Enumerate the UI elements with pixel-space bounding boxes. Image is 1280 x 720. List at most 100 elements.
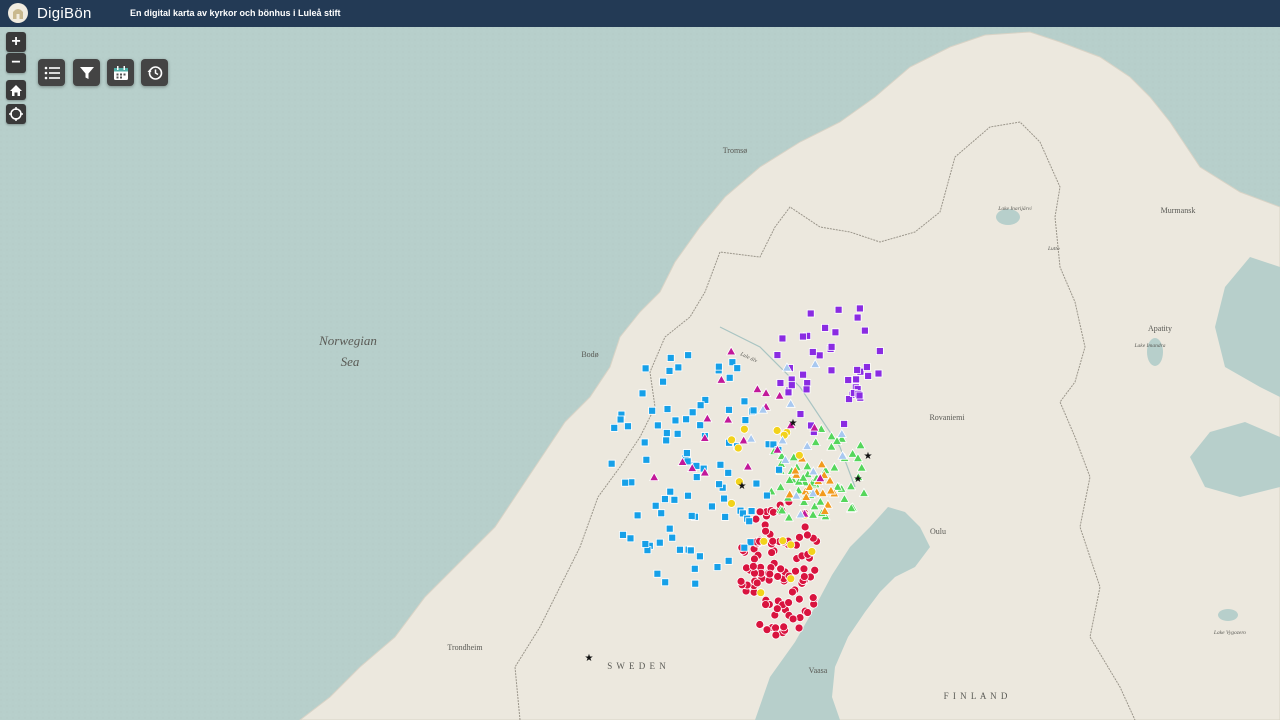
church-marker[interactable] bbox=[775, 465, 783, 474]
church-marker[interactable] bbox=[662, 429, 671, 437]
church-marker[interactable] bbox=[715, 480, 723, 489]
church-marker[interactable] bbox=[799, 564, 809, 574]
church-marker[interactable] bbox=[796, 410, 805, 418]
church-marker[interactable] bbox=[799, 572, 809, 581]
zoom-out-button[interactable]: − bbox=[6, 53, 26, 73]
church-marker[interactable] bbox=[657, 509, 666, 518]
church-marker[interactable] bbox=[687, 511, 696, 520]
church-marker[interactable] bbox=[665, 366, 674, 375]
church-marker[interactable] bbox=[725, 405, 733, 414]
church-marker[interactable] bbox=[795, 532, 804, 542]
church-marker[interactable] bbox=[778, 334, 787, 343]
church-marker[interactable] bbox=[610, 423, 619, 432]
church-marker[interactable] bbox=[844, 376, 853, 384]
church-marker[interactable] bbox=[750, 554, 759, 564]
church-marker[interactable] bbox=[683, 449, 691, 457]
church-marker[interactable] bbox=[776, 564, 786, 574]
church-marker[interactable] bbox=[696, 401, 705, 410]
church-marker[interactable] bbox=[762, 625, 772, 635]
church-marker[interactable] bbox=[763, 491, 771, 500]
church-marker[interactable] bbox=[682, 415, 691, 424]
church-marker[interactable] bbox=[803, 608, 813, 617]
church-marker[interactable] bbox=[855, 304, 864, 313]
church-marker[interactable] bbox=[749, 406, 758, 415]
church-marker[interactable] bbox=[784, 598, 793, 607]
church-marker[interactable] bbox=[695, 552, 704, 561]
church-marker[interactable] bbox=[619, 530, 627, 539]
church-marker[interactable] bbox=[642, 455, 651, 464]
church-marker[interactable] bbox=[778, 536, 788, 546]
church-marker[interactable] bbox=[786, 574, 796, 584]
church-marker[interactable] bbox=[772, 604, 782, 614]
church-marker[interactable] bbox=[806, 309, 815, 318]
calendar-button[interactable] bbox=[107, 59, 134, 86]
star-marker[interactable]: ★ bbox=[864, 451, 873, 462]
church-marker[interactable] bbox=[756, 588, 766, 598]
church-marker[interactable] bbox=[794, 594, 804, 604]
church-marker[interactable] bbox=[691, 579, 700, 588]
church-marker[interactable] bbox=[831, 328, 840, 337]
church-marker[interactable] bbox=[751, 514, 761, 524]
church-marker[interactable] bbox=[692, 473, 701, 481]
layer-list-button[interactable] bbox=[38, 59, 65, 86]
church-marker[interactable] bbox=[875, 347, 884, 355]
church-marker[interactable] bbox=[808, 593, 818, 603]
church-marker[interactable] bbox=[860, 326, 869, 335]
church-marker[interactable] bbox=[721, 512, 730, 521]
church-marker[interactable] bbox=[661, 578, 670, 587]
church-marker[interactable] bbox=[799, 332, 807, 341]
church-marker[interactable] bbox=[815, 351, 824, 360]
church-marker[interactable] bbox=[651, 501, 660, 510]
church-marker[interactable] bbox=[765, 569, 775, 579]
church-marker[interactable] bbox=[641, 540, 650, 548]
church-marker[interactable] bbox=[684, 491, 692, 500]
church-marker[interactable] bbox=[788, 587, 797, 597]
church-marker[interactable] bbox=[659, 377, 667, 386]
church-marker[interactable] bbox=[727, 499, 736, 508]
church-marker[interactable] bbox=[626, 534, 635, 543]
church-marker[interactable] bbox=[768, 536, 778, 546]
church-marker[interactable] bbox=[761, 600, 770, 609]
church-marker[interactable] bbox=[648, 406, 657, 415]
church-marker[interactable] bbox=[794, 450, 804, 460]
church-marker[interactable] bbox=[747, 507, 756, 515]
church-marker[interactable] bbox=[725, 373, 734, 382]
church-marker[interactable] bbox=[855, 391, 864, 400]
church-marker[interactable] bbox=[802, 385, 811, 394]
church-marker[interactable] bbox=[827, 366, 836, 375]
church-marker[interactable] bbox=[655, 538, 664, 547]
church-marker[interactable] bbox=[671, 416, 680, 425]
church-marker[interactable] bbox=[786, 540, 796, 550]
church-marker[interactable] bbox=[673, 429, 682, 438]
church-marker[interactable] bbox=[853, 366, 862, 374]
church-marker[interactable] bbox=[662, 436, 671, 445]
church-marker[interactable] bbox=[799, 370, 807, 379]
church-marker[interactable] bbox=[670, 495, 679, 504]
church-marker[interactable] bbox=[736, 576, 746, 586]
church-marker[interactable] bbox=[787, 381, 796, 390]
church-marker[interactable] bbox=[773, 572, 783, 581]
church-marker[interactable] bbox=[724, 468, 733, 477]
church-marker[interactable] bbox=[752, 479, 761, 488]
church-marker[interactable] bbox=[771, 623, 780, 633]
church-marker[interactable] bbox=[761, 526, 770, 536]
church-marker[interactable] bbox=[666, 487, 675, 496]
church-marker[interactable] bbox=[621, 478, 630, 487]
church-marker[interactable] bbox=[821, 323, 830, 332]
church-marker[interactable] bbox=[755, 620, 765, 629]
church-marker[interactable] bbox=[834, 305, 843, 314]
church-marker[interactable] bbox=[800, 522, 810, 532]
star-marker[interactable]: ★ bbox=[789, 418, 798, 429]
church-marker[interactable] bbox=[666, 354, 675, 362]
church-marker[interactable] bbox=[739, 424, 749, 434]
church-marker[interactable] bbox=[676, 545, 684, 554]
church-marker[interactable] bbox=[745, 517, 754, 526]
church-marker[interactable] bbox=[641, 364, 650, 373]
star-marker[interactable]: ★ bbox=[738, 481, 747, 492]
filter-button[interactable] bbox=[73, 59, 100, 86]
church-marker[interactable] bbox=[640, 438, 649, 447]
church-marker[interactable] bbox=[808, 348, 817, 356]
church-marker[interactable] bbox=[752, 578, 762, 588]
church-marker[interactable] bbox=[803, 530, 812, 540]
zoom-in-button[interactable]: + bbox=[6, 32, 26, 52]
